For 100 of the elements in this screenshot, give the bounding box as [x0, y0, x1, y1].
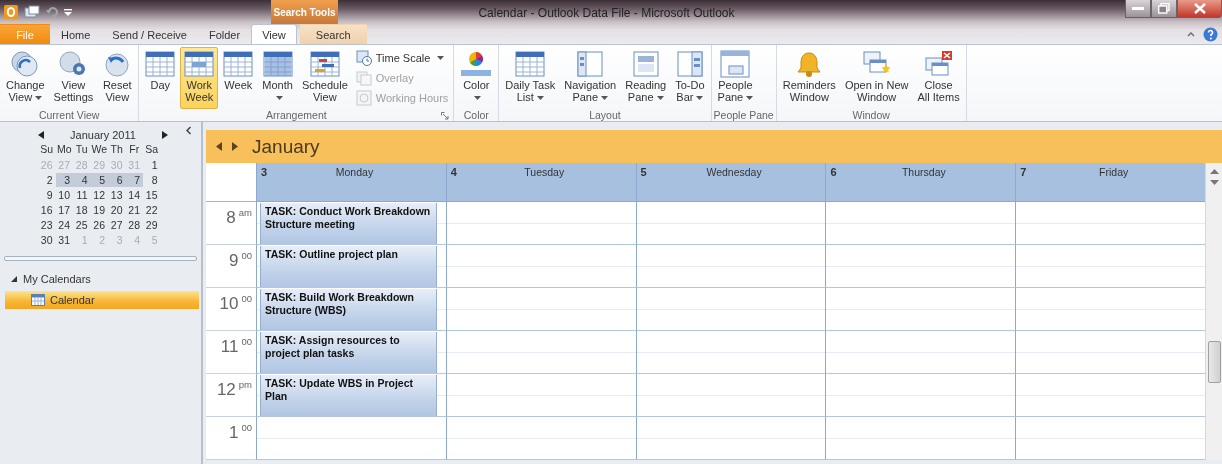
ribbon-tab[interactable]: Send / Receive [101, 24, 198, 44]
time-slot[interactable] [635, 417, 826, 460]
date-cell[interactable]: 8 [143, 173, 161, 187]
date-cell[interactable]: 9 [38, 188, 56, 202]
date-cell[interactable]: 26 [90, 218, 108, 232]
time-slot[interactable] [445, 374, 636, 417]
date-cell[interactable]: 27 [108, 218, 126, 232]
time-slot[interactable] [825, 245, 1016, 288]
ribbon-button[interactable]: People Pane [713, 47, 758, 109]
close-button[interactable] [1177, 0, 1222, 18]
date-cell[interactable]: 3 [55, 173, 73, 187]
date-cell[interactable]: 31 [55, 233, 73, 247]
date-cell[interactable]: 13 [108, 188, 126, 202]
date-cell[interactable]: 10 [55, 188, 73, 202]
ribbon-button[interactable]: Schedule View [297, 47, 352, 109]
date-cell[interactable]: 20 [108, 203, 126, 217]
time-slot[interactable] [635, 331, 826, 374]
restore-button[interactable] [1151, 0, 1177, 18]
date-cell[interactable]: 16 [38, 203, 56, 217]
time-slot[interactable] [445, 288, 636, 331]
scroll-up-icon[interactable] [1209, 169, 1219, 174]
date-cell[interactable]: 30 [38, 233, 56, 247]
next-month-icon[interactable] [162, 131, 168, 139]
time-slot[interactable] [635, 245, 826, 288]
time-slot[interactable] [256, 417, 446, 460]
day-header[interactable]: 6 Thursday [825, 163, 1016, 202]
ribbon-button[interactable]: Reminders Window [778, 47, 840, 109]
ribbon-tab[interactable]: Folder [197, 24, 252, 44]
ribbon-tab[interactable]: Home [50, 24, 102, 44]
time-slot[interactable] [1015, 202, 1205, 245]
time-slot[interactable] [635, 288, 826, 331]
time-slot[interactable] [635, 374, 826, 417]
ribbon-button[interactable]: View Settings [49, 47, 98, 109]
day-header[interactable]: 3 Monday [256, 163, 446, 202]
ribbon-button[interactable]: Navigation Pane [560, 47, 621, 109]
date-cell[interactable]: 19 [90, 203, 108, 217]
scrollbar[interactable] [1205, 163, 1222, 460]
time-slot[interactable] [445, 202, 636, 245]
date-cell[interactable]: 24 [55, 218, 73, 232]
ribbon-button[interactable]: Daily Task List [501, 47, 560, 109]
undo-icon[interactable] [46, 6, 58, 18]
folder-group[interactable]: My Calendars [0, 270, 97, 288]
date-cell[interactable]: 22 [143, 203, 161, 217]
splitter[interactable] [4, 256, 197, 261]
time-slot[interactable] [1015, 245, 1205, 288]
ribbon-tab[interactable]: View [251, 24, 297, 44]
ribbon-tab[interactable]: Search [299, 24, 367, 44]
date-cell[interactable]: 18 [73, 203, 91, 217]
date-cell[interactable]: 29 [143, 218, 161, 232]
time-slot[interactable] [825, 374, 1016, 417]
date-cell[interactable]: 21 [125, 203, 143, 217]
ribbon-button[interactable]: Work Week [180, 47, 219, 109]
next-icon[interactable] [232, 142, 238, 151]
customize-icon[interactable] [64, 7, 72, 17]
ribbon-button[interactable]: Reset View [98, 47, 137, 109]
day-header[interactable]: 5 Wednesday [635, 163, 826, 202]
date-cell[interactable]: 1 [143, 158, 161, 172]
day-header[interactable]: 7 Friday [1015, 163, 1205, 202]
date-cell[interactable]: 12 [90, 188, 108, 202]
ribbon-button[interactable]: Month [258, 47, 297, 109]
day-header[interactable]: 4 Tuesday [445, 163, 636, 202]
date-cell[interactable]: 15 [143, 188, 161, 202]
previous-icon[interactable] [216, 142, 222, 151]
date-cell[interactable]: 23 [38, 218, 56, 232]
ribbon-button[interactable]: Time Scale [352, 49, 452, 67]
time-slot[interactable] [445, 331, 636, 374]
send-receive-icon[interactable] [24, 5, 40, 19]
date-cell[interactable]: 17 [55, 203, 73, 217]
time-slot[interactable] [1015, 288, 1205, 331]
time-slot[interactable] [1015, 331, 1205, 374]
time-slot[interactable] [825, 331, 1016, 374]
date-cell[interactable]: 6 [108, 173, 126, 187]
time-slot[interactable] [825, 202, 1016, 245]
time-slot[interactable] [635, 202, 826, 245]
ribbon-button[interactable]: To-Do Bar [671, 47, 709, 109]
ribbon-button[interactable]: Close All Items [913, 47, 964, 109]
help-icon[interactable] [1203, 26, 1218, 42]
date-cell[interactable]: 14 [125, 188, 143, 202]
collapse-pane-icon[interactable] [185, 126, 192, 135]
ribbon-button[interactable]: Day [141, 47, 180, 109]
date-cell[interactable]: 4 [73, 173, 91, 187]
date-cell[interactable]: 11 [73, 188, 91, 202]
app-icon[interactable] [4, 5, 18, 19]
previous-month-icon[interactable] [38, 131, 44, 139]
date-cell[interactable]: 28 [125, 218, 143, 232]
time-slot[interactable] [1015, 374, 1205, 417]
ribbon-button[interactable]: Reading Pane [621, 47, 671, 109]
date-cell[interactable]: 2 [38, 173, 56, 187]
time-slot[interactable] [825, 288, 1016, 331]
calendar-folder[interactable]: Calendar [5, 291, 199, 309]
time-slot[interactable] [445, 245, 636, 288]
time-slot[interactable] [1015, 417, 1205, 460]
date-cell[interactable]: 25 [73, 218, 91, 232]
ribbon-button[interactable]: Week [219, 47, 258, 109]
ribbon-button[interactable]: Color [456, 47, 497, 109]
time-slot[interactable] [445, 417, 636, 460]
ribbon-button[interactable]: Open in New Window [840, 47, 913, 109]
dialog-launcher-icon[interactable] [441, 112, 450, 120]
ribbon-button[interactable]: Change View [2, 47, 49, 109]
collapse-ribbon-icon[interactable] [1187, 31, 1195, 37]
